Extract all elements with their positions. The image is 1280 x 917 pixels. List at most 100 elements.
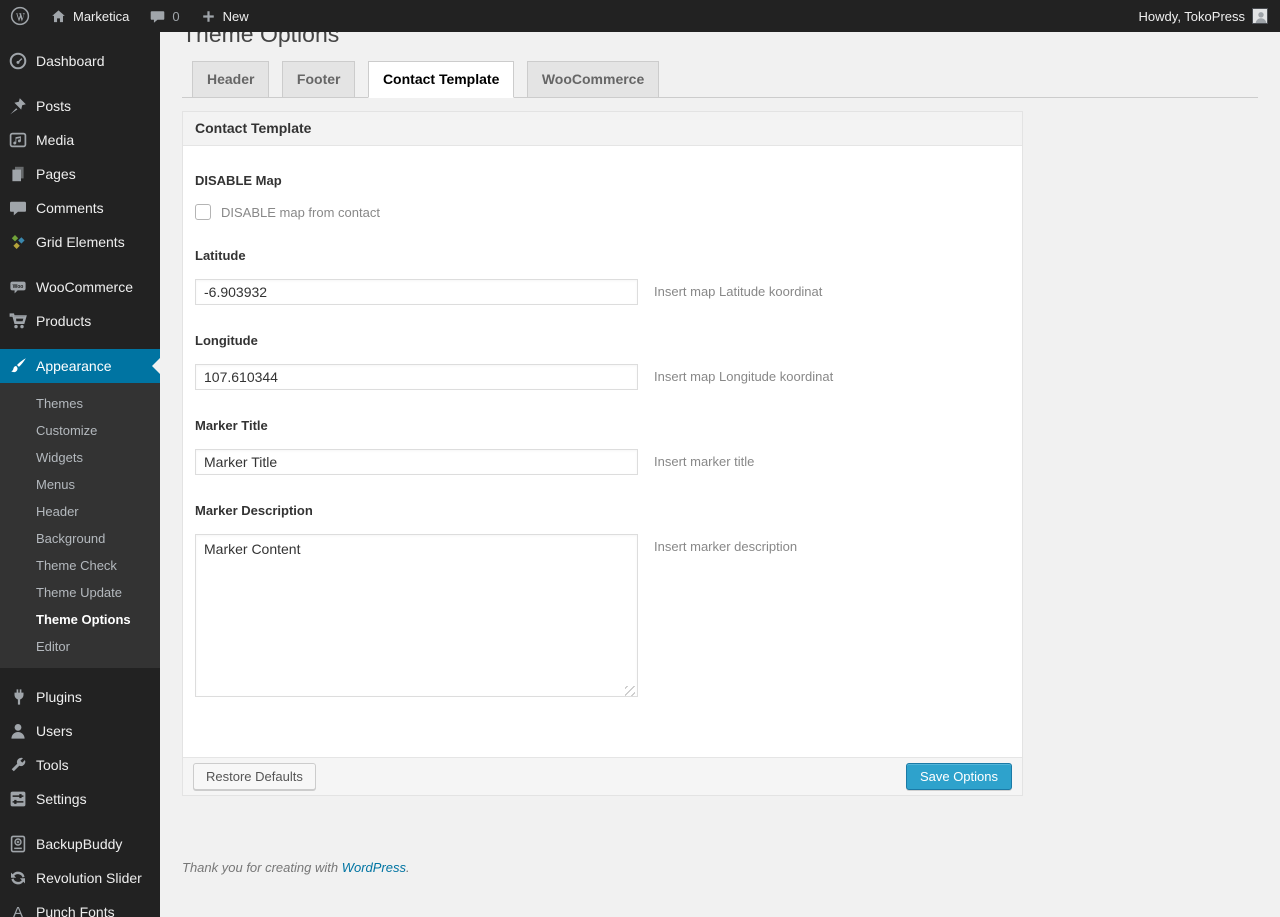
site-menu[interactable]: Marketica xyxy=(40,0,139,32)
sidebar-item-label: Appearance xyxy=(36,358,112,374)
letter-a-icon: A xyxy=(12,903,23,917)
sidebar-item-media[interactable]: Media xyxy=(0,123,160,157)
sidebar-item-users[interactable]: Users xyxy=(0,714,160,748)
sidebar-item-backupbuddy[interactable]: BackupBuddy xyxy=(0,827,160,861)
wordpress-link[interactable]: WordPress xyxy=(342,860,406,875)
pages-icon xyxy=(12,166,24,182)
comment-count: 0 xyxy=(172,8,180,24)
svg-text:Woo: Woo xyxy=(13,284,24,290)
field-label: Marker Description xyxy=(195,503,313,518)
my-account-menu[interactable]: Howdy, TokoPress xyxy=(1127,8,1280,24)
sidebar-item-label: Users xyxy=(36,723,73,739)
sidebar-item-label: Posts xyxy=(36,98,72,114)
marker-title-input[interactable] xyxy=(195,449,638,475)
sidebar-item-pages[interactable]: Pages xyxy=(0,157,160,191)
sidebar-item-products[interactable]: Products xyxy=(0,304,160,338)
menu-separator xyxy=(0,78,160,89)
checkbox-label: DISABLE map from contact xyxy=(221,204,380,220)
save-options-button[interactable]: Save Options xyxy=(905,763,1012,790)
submenu-item-theme-check[interactable]: Theme Check xyxy=(0,552,160,579)
marker-description-textarea[interactable]: Marker Content xyxy=(195,534,638,697)
submenu-item-theme-update[interactable]: Theme Update xyxy=(0,579,160,606)
panel-title: Contact Template xyxy=(183,112,1022,146)
sidebar-item-label: Plugins xyxy=(36,689,82,705)
submenu-item-themes[interactable]: Themes xyxy=(0,390,160,417)
tab-woocommerce[interactable]: WooCommerce xyxy=(526,61,660,98)
longitude-input[interactable] xyxy=(195,364,638,390)
media-icon xyxy=(9,132,27,148)
disable-map-checkbox[interactable] xyxy=(195,204,211,220)
plug-icon xyxy=(14,689,24,705)
field-label: DISABLE Map xyxy=(195,173,282,188)
menu-separator xyxy=(0,668,160,680)
wp-logo-menu[interactable] xyxy=(0,0,40,32)
field-marker-title: Marker Title Insert marker title xyxy=(195,419,1010,475)
sidebar-item-label: Punch Fonts xyxy=(36,904,115,917)
sidebar-item-posts[interactable]: Posts xyxy=(0,89,160,123)
sidebar-item-label: WooCommerce xyxy=(36,279,133,295)
howdy-text: Howdy, TokoPress xyxy=(1138,8,1245,24)
wordpress-logo-icon xyxy=(10,6,30,26)
comment-icon xyxy=(151,10,165,23)
sidebar-item-label: Comments xyxy=(36,200,104,216)
footer-thanks: Thank you for creating with WordPress. xyxy=(182,860,410,875)
sidebar-item-appearance[interactable]: Appearance xyxy=(0,349,160,383)
sidebar-item-revolution-slider[interactable]: Revolution Slider xyxy=(0,861,160,895)
tab-header[interactable]: Header xyxy=(192,61,270,98)
sidebar-item-label: Revolution Slider xyxy=(36,870,142,886)
main-content: Theme Options Header Footer Contact Temp… xyxy=(160,0,1280,897)
menu-separator xyxy=(0,338,160,349)
field-description: Insert marker description xyxy=(654,539,798,554)
new-label: New xyxy=(222,8,249,24)
tab-contact-template[interactable]: Contact Template xyxy=(367,61,515,98)
tab-bar: Header Footer Contact Template WooCommer… xyxy=(182,61,1258,98)
submenu-item-customize[interactable]: Customize xyxy=(0,417,160,444)
sidebar-item-label: Grid Elements xyxy=(36,234,125,250)
submenu-item-theme-options[interactable]: Theme Options xyxy=(0,606,160,633)
sidebar-item-plugins[interactable]: Plugins xyxy=(0,680,160,714)
field-marker-description: Marker Description Marker Content Insert… xyxy=(195,504,1010,702)
new-menu[interactable]: New xyxy=(190,0,259,32)
field-latitude: Latitude Insert map Latitude koordinat xyxy=(195,249,1010,305)
wrench-icon xyxy=(11,757,26,772)
submenu-item-editor[interactable]: Editor xyxy=(0,633,160,660)
sidebar-item-woocommerce[interactable]: Woo WooCommerce xyxy=(0,270,160,304)
latitude-input[interactable] xyxy=(195,279,638,305)
sidebar-item-label: BackupBuddy xyxy=(36,836,123,852)
settings-sliders-icon xyxy=(10,791,26,807)
sidebar-item-settings[interactable]: Settings xyxy=(0,782,160,816)
menu-separator xyxy=(0,259,160,270)
comments-menu[interactable]: 0 xyxy=(139,0,189,32)
field-label: Longitude xyxy=(195,333,258,348)
sidebar-item-grid-elements[interactable]: Grid Elements xyxy=(0,225,160,259)
avatar xyxy=(1252,8,1268,24)
sidebar-item-label: Tools xyxy=(36,757,69,773)
sidebar-item-label: Media xyxy=(36,132,75,148)
backup-drive-icon xyxy=(10,835,26,853)
comment-icon xyxy=(10,201,27,216)
user-icon xyxy=(11,724,25,739)
field-label: Marker Title xyxy=(195,418,268,433)
submenu-item-menus[interactable]: Menus xyxy=(0,471,160,498)
sidebar-item-label: Products xyxy=(36,313,92,329)
home-icon xyxy=(52,9,65,22)
refresh-arrows-icon xyxy=(11,871,25,885)
page-footer: Thank you for creating with WordPress. V… xyxy=(182,860,1280,897)
submenu-item-widgets[interactable]: Widgets xyxy=(0,444,160,471)
submenu-item-background[interactable]: Background xyxy=(0,525,160,552)
plus-icon xyxy=(202,10,214,22)
restore-defaults-button[interactable]: Restore Defaults xyxy=(193,763,316,790)
grid-elements-icon xyxy=(11,235,25,249)
submenu-item-header[interactable]: Header xyxy=(0,498,160,525)
panel-body: DISABLE Map DISABLE map from contact Lat… xyxy=(183,146,1022,757)
appearance-submenu: Themes Customize Widgets Menus Header Ba… xyxy=(0,383,160,668)
sidebar-item-label: Dashboard xyxy=(36,53,105,69)
sidebar-item-dashboard[interactable]: Dashboard xyxy=(0,44,160,78)
field-label: Latitude xyxy=(195,248,246,263)
sidebar-item-tools[interactable]: Tools xyxy=(0,748,160,782)
sidebar-item-comments[interactable]: Comments xyxy=(0,191,160,225)
sidebar-item-label: Settings xyxy=(36,791,87,807)
tab-footer[interactable]: Footer xyxy=(281,61,356,98)
field-longitude: Longitude Insert map Longitude koordinat xyxy=(195,334,1010,390)
sidebar-item-punch-fonts[interactable]: A Punch Fonts xyxy=(0,895,160,917)
